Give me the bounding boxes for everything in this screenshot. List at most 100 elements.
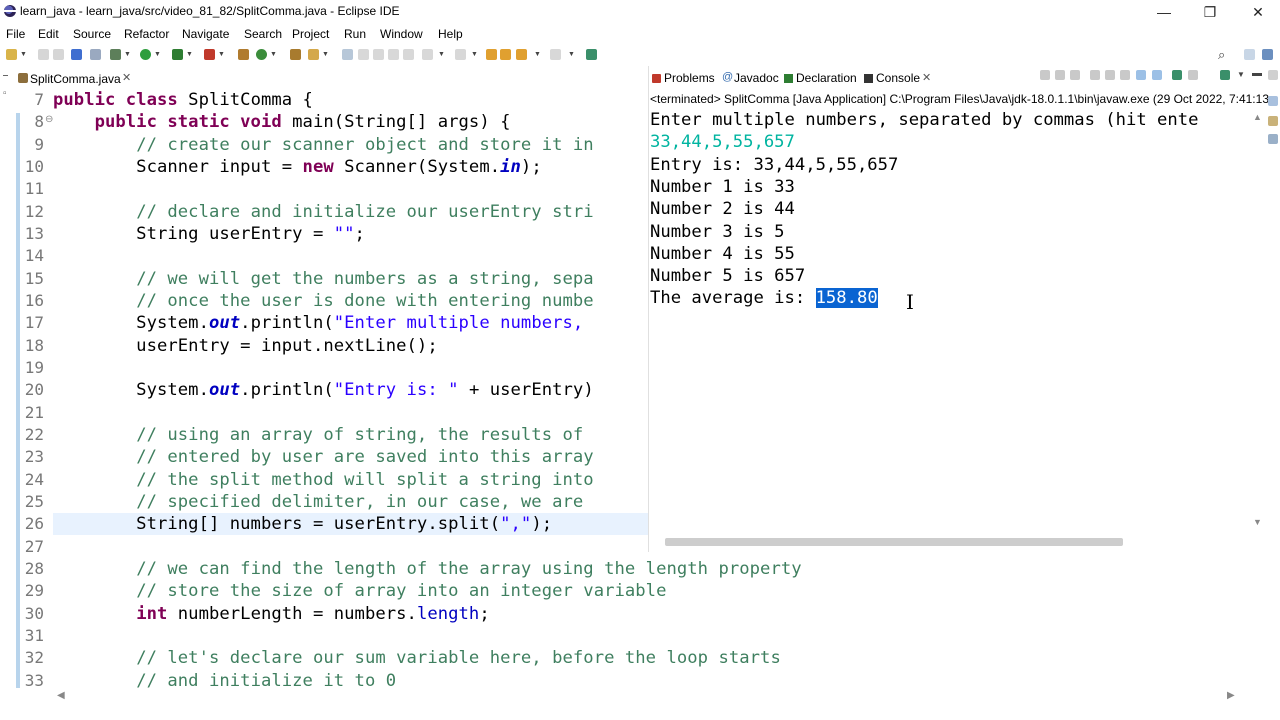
scroll-lock-icon[interactable] bbox=[1105, 70, 1115, 80]
toggle-mark-icon[interactable] bbox=[358, 49, 369, 60]
chevron-down-icon[interactable]: ▼ bbox=[186, 51, 193, 58]
code-text[interactable]: // create our scanner object and store i… bbox=[53, 134, 594, 156]
minimize-editor-icon[interactable]: ⎯ bbox=[3, 70, 8, 81]
code-text[interactable]: // let's declare our sum variable here, … bbox=[53, 647, 781, 669]
show-stderr-icon[interactable] bbox=[1152, 70, 1162, 80]
task-list-icon[interactable] bbox=[1268, 134, 1278, 144]
save-icon[interactable] bbox=[38, 49, 49, 60]
whitespace-icon[interactable] bbox=[403, 49, 414, 60]
open-type-icon[interactable] bbox=[290, 49, 301, 60]
close-icon[interactable]: ✕ bbox=[122, 71, 131, 84]
chevron-down-icon[interactable]: ▼ bbox=[438, 51, 445, 58]
last-edit-icon[interactable] bbox=[486, 49, 497, 60]
back-history-icon[interactable] bbox=[550, 49, 561, 60]
code-text[interactable]: String userEntry = ""; bbox=[53, 223, 365, 245]
java-perspective-icon[interactable] bbox=[1262, 49, 1273, 60]
scroll-down-icon[interactable]: ▼ bbox=[1253, 517, 1262, 527]
display-console-icon[interactable] bbox=[1188, 70, 1198, 80]
new-class-icon[interactable] bbox=[256, 49, 267, 60]
menu-navigate[interactable]: Navigate bbox=[182, 27, 229, 41]
package-explorer-icon[interactable] bbox=[1268, 96, 1278, 106]
search-icon[interactable]: ⌕ bbox=[1218, 47, 1225, 63]
code-line[interactable]: 28 // we can find the length of the arra… bbox=[0, 558, 1280, 580]
close-window-button[interactable]: ✕ bbox=[1235, 1, 1280, 23]
code-text[interactable]: public static void main(String[] args) { bbox=[53, 111, 511, 133]
word-wrap-icon[interactable] bbox=[388, 49, 399, 60]
menu-edit[interactable]: Edit bbox=[38, 27, 59, 41]
block-selection-icon[interactable] bbox=[373, 49, 384, 60]
editor-tab-label[interactable]: SplitComma.java bbox=[30, 72, 121, 86]
menu-refactor[interactable]: Refactor bbox=[124, 27, 169, 41]
menu-run[interactable]: Run bbox=[344, 27, 366, 41]
code-text[interactable]: // the split method will split a string … bbox=[53, 469, 594, 491]
menu-project[interactable]: Project bbox=[292, 27, 329, 41]
annotation-icon[interactable] bbox=[342, 49, 353, 60]
code-line[interactable]: 33 // and initialize it to 0 bbox=[0, 670, 1280, 692]
code-text[interactable]: // using an array of string, the results… bbox=[53, 424, 583, 446]
code-text[interactable]: // and initialize it to 0 bbox=[53, 670, 396, 692]
outline-icon[interactable] bbox=[1268, 116, 1278, 126]
code-text[interactable]: int numberLength = numbers.length; bbox=[53, 603, 490, 625]
chevron-down-icon[interactable]: ▼ bbox=[20, 51, 27, 58]
new-java-project-icon[interactable] bbox=[238, 49, 249, 60]
tab-declaration[interactable]: Declaration bbox=[796, 71, 857, 85]
code-text[interactable]: userEntry = input.nextLine(); bbox=[53, 335, 438, 357]
external-tools-icon[interactable] bbox=[204, 49, 215, 60]
code-text[interactable]: // we can find the length of the array u… bbox=[53, 558, 802, 580]
clear-console-icon[interactable] bbox=[1090, 70, 1100, 80]
code-line[interactable]: 29 // store the size of array into an in… bbox=[0, 580, 1280, 602]
menu-file[interactable]: File bbox=[6, 27, 25, 41]
minimize-button[interactable]: — bbox=[1141, 1, 1187, 23]
debug-icon[interactable] bbox=[110, 49, 121, 60]
chevron-down-icon[interactable]: ▼ bbox=[270, 51, 277, 58]
word-wrap-icon[interactable] bbox=[1120, 70, 1130, 80]
menu-source[interactable]: Source bbox=[73, 27, 111, 41]
code-text[interactable]: // once the user is done with entering n… bbox=[53, 290, 594, 312]
forward-icon[interactable] bbox=[516, 49, 527, 60]
remove-launch-icon[interactable] bbox=[1055, 70, 1065, 80]
terminate-icon[interactable] bbox=[1040, 70, 1050, 80]
chevron-down-icon[interactable]: ▼ bbox=[471, 51, 478, 58]
menu-help[interactable]: Help bbox=[438, 27, 463, 41]
code-text[interactable]: // specified delimiter, in our case, we … bbox=[53, 491, 583, 513]
remove-all-launches-icon[interactable] bbox=[1070, 70, 1080, 80]
menu-window[interactable]: Window bbox=[380, 27, 423, 41]
chevron-down-icon[interactable]: ▼ bbox=[322, 51, 329, 58]
code-text[interactable]: System.out.println("Entry is: " + userEn… bbox=[53, 379, 594, 401]
coverage-icon[interactable] bbox=[172, 49, 183, 60]
code-line[interactable]: 30 int numberLength = numbers.length; bbox=[0, 603, 1280, 625]
back-icon[interactable] bbox=[500, 49, 511, 60]
search-tool-icon[interactable] bbox=[308, 49, 319, 60]
new-icon[interactable] bbox=[6, 49, 17, 60]
code-text[interactable]: // entered by user are saved into this a… bbox=[53, 446, 594, 468]
menu-search[interactable]: Search bbox=[244, 27, 282, 41]
save-all-icon[interactable] bbox=[53, 49, 64, 60]
pin-editor-icon[interactable] bbox=[586, 49, 597, 60]
code-text[interactable]: // store the size of array into an integ… bbox=[53, 580, 666, 602]
chevron-down-icon[interactable]: ▼ bbox=[154, 51, 161, 58]
code-text[interactable]: public class SplitComma { bbox=[53, 89, 313, 111]
open-console-icon[interactable] bbox=[1220, 70, 1230, 80]
code-text[interactable]: // declare and initialize our userEntry … bbox=[53, 201, 594, 223]
restore-button[interactable]: ❐ bbox=[1187, 1, 1233, 23]
chevron-down-icon[interactable]: ▼ bbox=[568, 51, 575, 58]
code-text[interactable]: String[] numbers = userEntry.split(","); bbox=[53, 513, 552, 535]
console-horizontal-scrollbar[interactable] bbox=[665, 538, 1123, 546]
chevron-down-icon[interactable]: ▼ bbox=[218, 51, 225, 58]
scroll-left-icon[interactable]: ◀ bbox=[57, 690, 65, 701]
code-line[interactable]: 31 bbox=[0, 625, 1280, 647]
tab-javadoc[interactable]: Javadoc bbox=[734, 71, 779, 85]
scroll-right-icon[interactable]: ▶ bbox=[1227, 690, 1235, 701]
tab-problems[interactable]: Problems bbox=[664, 71, 715, 85]
code-text[interactable]: Scanner input = new Scanner(System.in); bbox=[53, 156, 542, 178]
skip-breakpoints-icon[interactable] bbox=[90, 49, 101, 60]
run-icon[interactable] bbox=[140, 49, 151, 60]
open-perspective-icon[interactable] bbox=[1244, 49, 1255, 60]
restore-icon[interactable] bbox=[1268, 70, 1278, 80]
code-text[interactable]: // we will get the numbers as a string, … bbox=[53, 268, 594, 290]
chevron-down-icon[interactable]: ▼ bbox=[124, 51, 131, 58]
tab-console[interactable]: Console bbox=[876, 71, 920, 85]
minimize-view-icon[interactable]: ▬ bbox=[1252, 68, 1262, 79]
code-text[interactable]: System.out.println("Enter multiple numbe… bbox=[53, 312, 583, 334]
close-icon[interactable]: ✕ bbox=[922, 71, 931, 84]
